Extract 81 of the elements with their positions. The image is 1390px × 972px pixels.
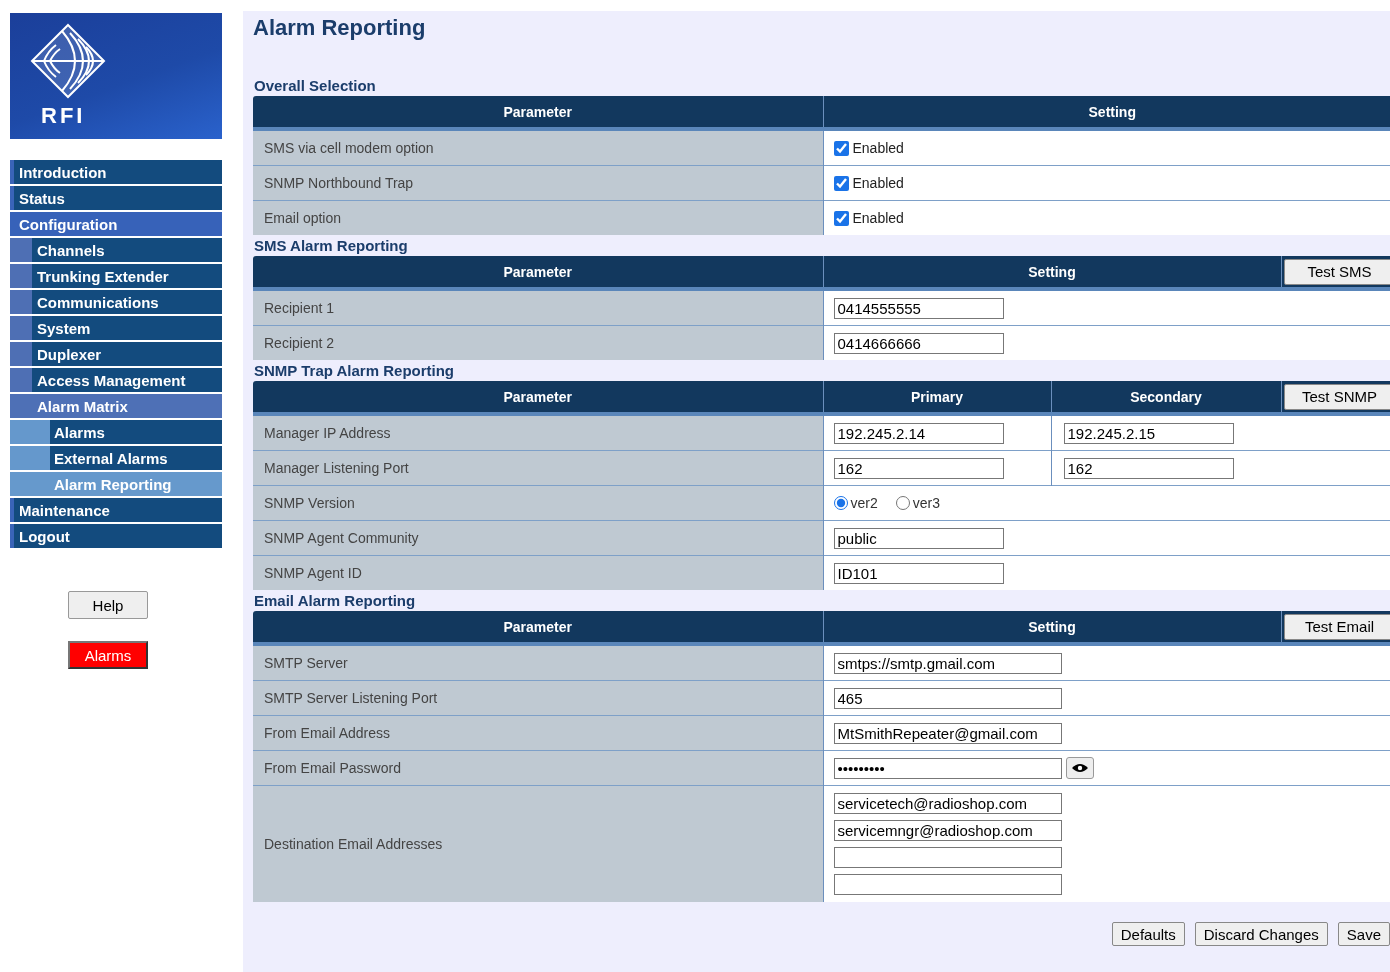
column-header: Parameter bbox=[253, 256, 823, 289]
column-header: Parameter bbox=[253, 96, 823, 129]
column-header: Secondary bbox=[1051, 381, 1281, 414]
input-field[interactable]: ID101 bbox=[833, 562, 1004, 584]
column-header: Primary bbox=[823, 381, 1051, 414]
nav-item[interactable]: Alarms bbox=[10, 420, 222, 444]
input-field[interactable]: 465 bbox=[833, 687, 1062, 709]
parameter-cell: SMS via cell modem option bbox=[253, 129, 823, 166]
input-field[interactable]: 192.245.2.14 bbox=[833, 422, 1004, 444]
input-field[interactable]: 192.245.2.15 bbox=[1063, 422, 1234, 444]
nav-item[interactable]: Access Management bbox=[10, 368, 222, 392]
parameter-cell: Email option bbox=[253, 200, 823, 235]
input-field[interactable]: servicetech@radioshop.com bbox=[833, 793, 1062, 814]
checkbox[interactable] bbox=[833, 175, 849, 191]
nav-item[interactable]: Maintenance bbox=[10, 498, 222, 522]
test-button[interactable]: Test SMS bbox=[1283, 258, 1390, 285]
nav-item[interactable]: External Alarms bbox=[10, 446, 222, 470]
section-title: Email Alarm Reporting bbox=[253, 591, 417, 611]
parameter-cell: SMTP Server bbox=[253, 644, 823, 681]
parameter-cell: Recipient 2 bbox=[253, 325, 823, 360]
password-field[interactable]: ••••••••• bbox=[833, 757, 1062, 779]
column-header: Parameter bbox=[253, 381, 823, 414]
parameter-cell: Recipient 1 bbox=[253, 289, 823, 326]
parameter-cell: Destination Email Addresses bbox=[253, 785, 823, 902]
footer-button[interactable]: Discard Changes bbox=[1194, 922, 1328, 946]
nav-item[interactable]: Trunking Extender bbox=[10, 264, 222, 288]
input-field[interactable] bbox=[833, 874, 1062, 895]
input-field[interactable] bbox=[833, 847, 1062, 868]
logo-text: RFI bbox=[41, 103, 86, 129]
parameter-cell: From Email Address bbox=[253, 715, 823, 751]
radio-button[interactable] bbox=[895, 496, 910, 510]
section-title: Overall Selection bbox=[253, 76, 377, 96]
footer-button[interactable]: Save bbox=[1337, 922, 1390, 946]
nav-item[interactable]: Duplexer bbox=[10, 342, 222, 366]
input-field[interactable]: 0414555555 bbox=[833, 297, 1004, 319]
nav-item[interactable]: Logout bbox=[10, 524, 222, 548]
parameter-cell: Manager Listening Port bbox=[253, 450, 823, 486]
checkbox-label: Enabled bbox=[852, 210, 904, 226]
input-field[interactable]: smtps://smtp.gmail.com bbox=[833, 652, 1062, 674]
column-header: Setting bbox=[823, 611, 1281, 644]
nav-item[interactable]: System bbox=[10, 316, 222, 340]
show-password-button[interactable] bbox=[1065, 757, 1094, 779]
test-button[interactable]: Test SNMP bbox=[1283, 383, 1390, 410]
nav-item[interactable]: Alarm Matrix bbox=[10, 394, 222, 418]
footer-button[interactable]: Defaults bbox=[1111, 922, 1185, 946]
radio-button[interactable] bbox=[833, 496, 848, 510]
antenna-logo-icon bbox=[28, 21, 108, 101]
eye-icon bbox=[1071, 763, 1088, 773]
checkbox[interactable] bbox=[833, 210, 849, 226]
parameter-cell: SMTP Server Listening Port bbox=[253, 680, 823, 716]
checkbox-label: Enabled bbox=[852, 175, 904, 191]
checkbox-label: Enabled bbox=[852, 140, 904, 156]
nav-item[interactable]: Configuration bbox=[10, 212, 222, 236]
parameter-cell: Manager IP Address bbox=[253, 414, 823, 451]
nav-item[interactable]: Channels bbox=[10, 238, 222, 262]
input-field[interactable]: 162 bbox=[1063, 457, 1234, 479]
parameter-cell: From Email Password bbox=[253, 750, 823, 786]
input-field[interactable]: servicemngr@radioshop.com bbox=[833, 820, 1062, 841]
input-field[interactable]: 162 bbox=[833, 457, 1004, 479]
section-title: SMS Alarm Reporting bbox=[253, 236, 409, 256]
parameter-cell: SNMP Version bbox=[253, 485, 823, 521]
help-button[interactable]: Help bbox=[68, 591, 148, 619]
page-title: Alarm Reporting bbox=[253, 15, 427, 42]
nav-item[interactable]: Communications bbox=[10, 290, 222, 314]
input-field[interactable]: MtSmithRepeater@gmail.com bbox=[833, 722, 1062, 744]
checkbox[interactable] bbox=[833, 140, 849, 156]
input-field[interactable]: public bbox=[833, 527, 1004, 549]
column-header: Parameter bbox=[253, 611, 823, 644]
parameter-cell: SNMP Agent ID bbox=[253, 555, 823, 590]
parameter-cell: SNMP Northbound Trap bbox=[253, 165, 823, 201]
input-field[interactable]: 0414666666 bbox=[833, 332, 1004, 354]
alarms-button[interactable]: Alarms bbox=[68, 641, 148, 669]
radio-label: ver2 bbox=[850, 495, 878, 511]
nav-item[interactable]: Status bbox=[10, 186, 222, 210]
parameter-cell: SNMP Agent Community bbox=[253, 520, 823, 556]
column-header: Setting bbox=[823, 96, 1390, 129]
section-title: SNMP Trap Alarm Reporting bbox=[253, 361, 456, 381]
nav-item[interactable]: Introduction bbox=[10, 160, 222, 184]
column-header: Setting bbox=[823, 256, 1281, 289]
test-button[interactable]: Test Email bbox=[1283, 613, 1390, 640]
radio-label: ver3 bbox=[912, 495, 940, 511]
